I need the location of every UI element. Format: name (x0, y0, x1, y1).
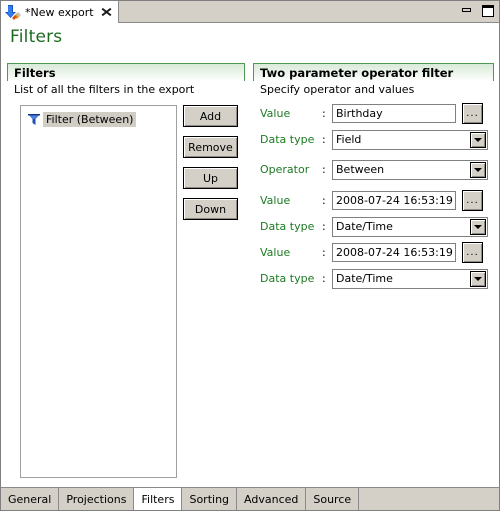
tab-source[interactable]: Source (306, 488, 360, 510)
value1-browse-button[interactable]: ... (462, 103, 483, 124)
value2-input[interactable]: 2008-07-24 16:53:19 (332, 191, 456, 210)
bottom-tab-bar: General Projections Filters Sorting Adva… (1, 487, 499, 510)
colon-separator: : (322, 194, 326, 207)
operator-filter-form: Value : Birthday ... Data type : Field O… (260, 103, 490, 294)
tab-sorting[interactable]: Sorting (182, 488, 238, 510)
tab-advanced[interactable]: Advanced (237, 488, 307, 510)
window-controls (460, 4, 495, 18)
funnel-icon (27, 112, 41, 126)
editor-tab-new-export[interactable]: *New export (1, 1, 119, 23)
colon-separator: : (322, 272, 326, 285)
filters-group: Filters List of all the filters in the e… (7, 63, 245, 483)
datatype1-row: Data type : Field (260, 129, 490, 150)
operator-filter-group-subtitle: Specify operator and values (260, 83, 415, 96)
filters-group-subtitle: List of all the filters in the export (14, 83, 195, 96)
close-icon[interactable] (101, 7, 112, 18)
value3-row: Value : 2008-07-24 16:53:19 ... (260, 242, 490, 263)
value3-browse-button[interactable]: ... (462, 242, 483, 263)
value3-label: Value (260, 246, 291, 259)
value2-browse-button[interactable]: ... (462, 190, 483, 211)
value1-input[interactable]: Birthday (332, 104, 456, 123)
list-item[interactable]: Filter (Between) (27, 111, 137, 127)
tab-general[interactable]: General (1, 488, 60, 510)
operator-value: Between (336, 163, 385, 176)
filters-group-header: Filters (8, 64, 244, 81)
datatype3-value: Date/Time (336, 272, 393, 285)
list-item-label: Filter (Between) (43, 111, 137, 127)
export-editor-window: *New export Filters Filters List of all … (0, 0, 500, 511)
datatype2-label: Data type (260, 220, 315, 233)
value1-row: Value : Birthday ... (260, 103, 490, 124)
operator-row: Operator : Between (260, 159, 490, 180)
value1-label: Value (260, 107, 291, 120)
value2-label: Value (260, 194, 291, 207)
colon-separator: : (322, 107, 326, 120)
up-button[interactable]: Up (183, 167, 238, 189)
add-button[interactable]: Add (183, 105, 238, 127)
down-button[interactable]: Down (183, 198, 238, 220)
datatype2-row: Data type : Date/Time (260, 216, 490, 237)
export-arrow-pencil-icon (5, 4, 21, 20)
editor-tab-label: *New export (25, 5, 94, 19)
chevron-down-icon[interactable] (470, 161, 486, 178)
datatype2-dropdown[interactable]: Date/Time (332, 216, 488, 237)
tab-filters[interactable]: Filters (133, 488, 183, 510)
datatype1-dropdown[interactable]: Field (332, 129, 488, 150)
maximize-icon[interactable] (481, 4, 495, 18)
filters-group-header-label: Filters (14, 65, 56, 80)
colon-separator: : (322, 163, 326, 176)
group-right-border (493, 63, 494, 81)
tab-projections[interactable]: Projections (59, 488, 135, 510)
datatype3-row: Data type : Date/Time (260, 268, 490, 289)
datatype3-dropdown[interactable]: Date/Time (332, 268, 488, 289)
filters-button-column: Add Remove Up Down (183, 105, 238, 220)
operator-filter-group-header: Two parameter operator filter (254, 64, 493, 81)
minimize-icon[interactable] (460, 4, 474, 18)
datatype2-value: Date/Time (336, 220, 393, 233)
operator-dropdown[interactable]: Between (332, 159, 488, 180)
colon-separator: : (322, 220, 326, 233)
colon-separator: : (322, 246, 326, 259)
value3-input[interactable]: 2008-07-24 16:53:19 (332, 243, 456, 262)
chevron-down-icon[interactable] (470, 131, 486, 148)
editor-tab-bar: *New export (1, 1, 499, 23)
operator-filter-group: Two parameter operator filter Specify op… (253, 63, 494, 483)
operator-label: Operator (260, 163, 310, 176)
filters-tree[interactable]: Filter (Between) (20, 105, 177, 478)
datatype3-label: Data type (260, 272, 315, 285)
datatype1-label: Data type (260, 133, 315, 146)
chevron-down-icon[interactable] (470, 218, 486, 235)
remove-button[interactable]: Remove (183, 136, 238, 158)
group-right-border (244, 63, 245, 81)
colon-separator: : (322, 133, 326, 146)
value2-row: Value : 2008-07-24 16:53:19 ... (260, 190, 490, 211)
operator-filter-group-header-label: Two parameter operator filter (260, 65, 454, 80)
chevron-down-icon[interactable] (470, 270, 486, 287)
datatype1-value: Field (336, 133, 362, 146)
page-title: Filters (10, 27, 63, 47)
